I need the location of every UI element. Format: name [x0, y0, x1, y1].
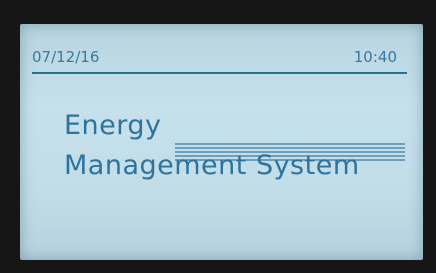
- date-display: 07/12/16: [32, 48, 100, 66]
- title-word-energy: Energy: [64, 109, 162, 141]
- status-bar: 07/12/16 10:40: [32, 46, 407, 74]
- title-line-2: Management System: [64, 150, 360, 181]
- title-line-1: Energy: [64, 105, 162, 145]
- time-display: 10:40: [353, 48, 397, 66]
- lcd-screen: 07/12/16 10:40 Energy Management System: [20, 24, 423, 260]
